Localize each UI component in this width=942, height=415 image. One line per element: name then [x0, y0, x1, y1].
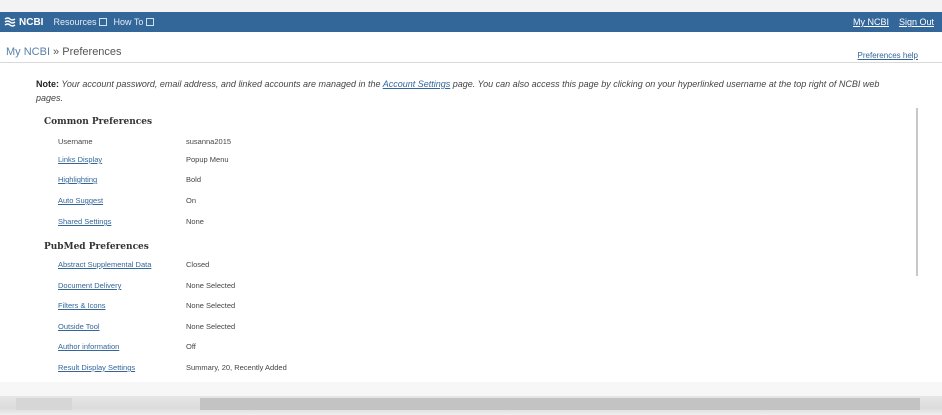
breadcrumb: My NCBI » Preferences [6, 46, 122, 58]
resources-dropdown-icon[interactable] [99, 18, 108, 26]
ncbi-logo-label: NCBI [19, 16, 44, 28]
pref-row-result-display: Result Display Settings Summary, 20, Rec… [58, 363, 658, 375]
pref-row-abstract-supplemental: Abstract Supplemental Data Closed [58, 260, 658, 272]
preferences-help-link[interactable]: Preferences help [858, 51, 918, 60]
pref-value: On [186, 196, 197, 205]
pref-row-highlighting: Highlighting Bold [58, 175, 658, 187]
pref-row-document-delivery: Document Delivery None Selected [58, 281, 658, 293]
ncbi-navbar: NCBI Resources How To My NCBI Sign Out [0, 12, 942, 32]
breadcrumb-current: Preferences [62, 46, 122, 58]
pref-value: None Selected [186, 322, 236, 331]
pref-row-links-display: Links Display Popup Menu [58, 155, 658, 167]
common-preferences-title: Common Preferences [44, 117, 153, 127]
ncbi-logo-icon [4, 17, 16, 27]
account-note: Note: Your account password, email addre… [36, 78, 906, 105]
pref-row-auto-suggest: Auto Suggest On [58, 196, 658, 208]
pref-link[interactable]: Result Display Settings [58, 363, 135, 372]
howto-menu[interactable]: How To [113, 17, 143, 27]
bottom-shade-left [16, 398, 72, 410]
account-settings-link[interactable]: Account Settings [383, 79, 451, 89]
pref-value: None Selected [186, 301, 236, 310]
pref-value: Summary, 20, Recently Added [186, 363, 287, 372]
ncbi-logo[interactable]: NCBI [4, 16, 43, 28]
pref-value: None Selected [186, 281, 236, 290]
pref-value: None [186, 217, 204, 226]
pref-label: Username [58, 137, 93, 146]
pref-row-filters-icons: Filters & Icons None Selected [58, 301, 658, 313]
pref-row-author-information: Author information Off [58, 342, 658, 354]
bottom-edge [0, 382, 942, 415]
pref-link[interactable]: Highlighting [58, 175, 97, 184]
pref-link[interactable]: Filters & Icons [58, 301, 106, 310]
page-header: My NCBI » Preferences Preferences help [0, 32, 942, 63]
pref-value: Popup Menu [186, 155, 229, 164]
pref-link[interactable]: Links Display [58, 155, 102, 164]
pref-link[interactable]: Document Delivery [58, 281, 121, 290]
pref-value: susanna2015 [186, 137, 232, 146]
pref-row-username: Username susanna2015 [58, 137, 658, 149]
resources-menu[interactable]: Resources [53, 17, 96, 27]
pref-value: Closed [186, 260, 210, 269]
bottom-shade-right [200, 398, 920, 410]
vertical-scrollbar[interactable] [916, 108, 918, 276]
pref-row-outside-tool: Outside Tool None Selected [58, 322, 658, 334]
my-ncbi-link[interactable]: My NCBI [853, 17, 889, 27]
howto-dropdown-icon[interactable] [146, 18, 155, 26]
pubmed-preferences-title: PubMed Preferences [44, 242, 149, 252]
pref-row-shared-settings: Shared Settings None [58, 217, 658, 229]
note-prefix: Note: [36, 79, 59, 89]
pref-value: Off [186, 342, 196, 351]
note-text-before: Your account password, email address, an… [59, 79, 383, 89]
pref-link[interactable]: Auto Suggest [58, 196, 103, 205]
breadcrumb-my-ncbi[interactable]: My NCBI [6, 46, 50, 58]
pref-link[interactable]: Abstract Supplemental Data [58, 260, 151, 269]
sign-out-link[interactable]: Sign Out [899, 17, 934, 27]
pref-link[interactable]: Author information [58, 342, 119, 351]
pref-value: Bold [186, 175, 202, 184]
browser-top-band [0, 0, 942, 12]
breadcrumb-separator: » [50, 46, 63, 58]
pref-link[interactable]: Shared Settings [58, 217, 111, 226]
pref-link[interactable]: Outside Tool [58, 322, 100, 331]
